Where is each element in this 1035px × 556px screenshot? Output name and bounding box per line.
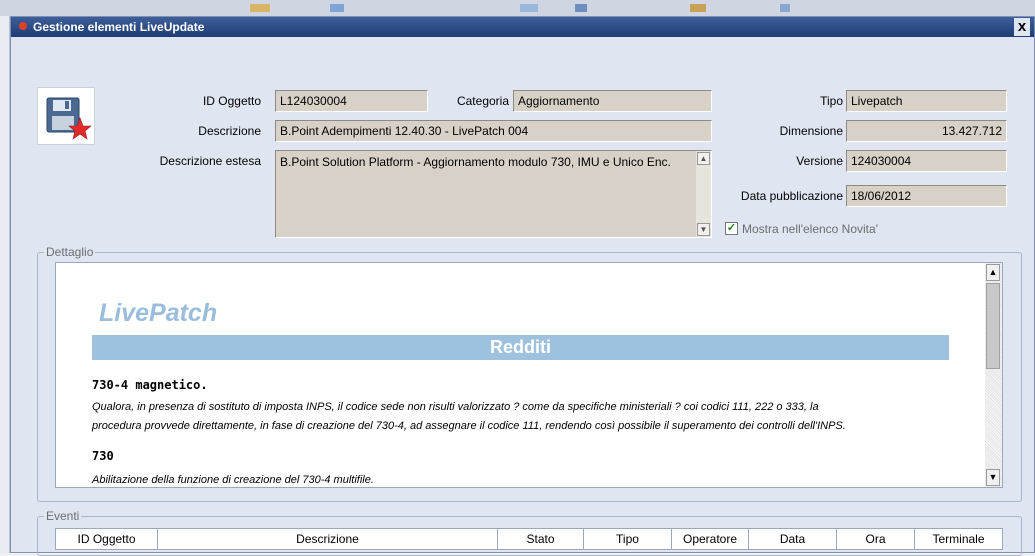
dimensione-label: Dimensione <box>779 124 843 138</box>
dettaglio-legend: Dettaglio <box>44 245 96 259</box>
descrizione-estesa-text: B.Point Solution Platform - Aggiornament… <box>280 155 671 169</box>
desktop-background-strip <box>0 0 1035 16</box>
heading-730-4-magnetico: 730-4 magnetico. <box>92 378 208 392</box>
mostra-novita-checkbox[interactable]: ✓ <box>725 222 738 235</box>
dettaglio-scrollbar[interactable]: ▲ ▼ <box>985 263 1002 487</box>
column-ora[interactable]: Ora <box>837 529 915 549</box>
mostra-novita-label: Mostra nell'elenco Novita' <box>742 222 878 236</box>
paragraph-730-4-line1: Qualora, in presenza di sostituto di imp… <box>92 401 819 413</box>
scroll-down-icon[interactable]: ▼ <box>697 223 710 236</box>
scroll-thumb[interactable] <box>986 283 1000 369</box>
dettaglio-content: LivePatch Redditi 730-4 magnetico. Qualo… <box>55 262 1003 488</box>
versione-field[interactable]: 124030004 <box>846 150 1007 172</box>
id-oggetto-field[interactable]: L124030004 <box>275 90 428 112</box>
title-bar: Gestione elementi LiveUpdate x <box>11 17 1034 37</box>
tipo-label: Tipo <box>820 94 843 108</box>
column-tipo[interactable]: Tipo <box>584 529 672 549</box>
paragraph-730: Abilitazione della funzione di creazione… <box>92 474 374 486</box>
data-pubblicazione-field[interactable]: 18/06/2012 <box>846 185 1007 207</box>
dimensione-field[interactable]: 13.427.712 <box>846 120 1007 142</box>
scroll-down-icon[interactable]: ▼ <box>986 469 1000 486</box>
save-floppy-star-icon[interactable] <box>37 87 95 145</box>
section-header-redditi: Redditi <box>92 335 949 360</box>
textarea-scrollbar[interactable]: ▲ ▼ <box>696 151 711 237</box>
liveupdate-dialog: Gestione elementi LiveUpdate x ID Oggett… <box>10 16 1035 556</box>
tipo-field[interactable]: Livepatch <box>846 90 1007 112</box>
eventi-table-header: ID Oggetto Descrizione Stato Tipo Operat… <box>55 528 1003 550</box>
column-stato[interactable]: Stato <box>498 529 584 549</box>
column-data[interactable]: Data <box>749 529 837 549</box>
column-terminale[interactable]: Terminale <box>915 529 1002 549</box>
versione-label: Versione <box>796 154 843 168</box>
descrizione-estesa-label: Descrizione estesa <box>159 154 261 168</box>
column-id-oggetto[interactable]: ID Oggetto <box>56 529 158 549</box>
descrizione-field[interactable]: B.Point Adempimenti 12.40.30 - LivePatch… <box>275 120 712 142</box>
descrizione-label: Descrizione <box>198 124 261 138</box>
categoria-label: Categoria <box>456 94 509 108</box>
scroll-up-icon[interactable]: ▲ <box>986 264 1000 281</box>
heading-730: 730 <box>92 449 114 463</box>
column-operatore[interactable]: Operatore <box>672 529 749 549</box>
background-window-edge <box>0 16 10 553</box>
categoria-field[interactable]: Aggiornamento <box>513 90 712 112</box>
eventi-legend: Eventi <box>44 509 82 523</box>
id-oggetto-label: ID Oggetto <box>202 94 261 108</box>
descrizione-estesa-field[interactable]: B.Point Solution Platform - Aggiornament… <box>275 150 712 238</box>
livepatch-title: LivePatch <box>99 299 218 327</box>
data-pubblicazione-label: Data pubblicazione <box>740 189 843 203</box>
paragraph-730-4-line2: procedura provvede direttamente, in fase… <box>92 420 846 432</box>
close-icon[interactable]: x <box>1014 18 1030 36</box>
column-descrizione[interactable]: Descrizione <box>158 529 498 549</box>
app-icon <box>19 22 27 30</box>
window-title: Gestione elementi LiveUpdate <box>33 20 205 34</box>
scroll-up-icon[interactable]: ▲ <box>697 152 710 165</box>
